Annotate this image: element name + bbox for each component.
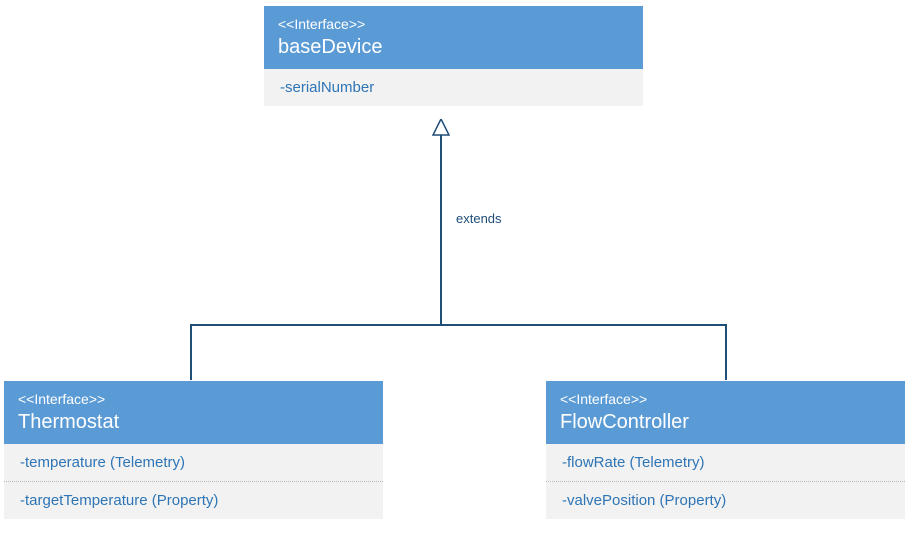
stereotype: <<Interface>> [278,16,629,32]
attribute: -flowRate (Telemetry) [546,444,905,482]
connector-line [190,324,192,380]
connector-line [440,135,442,325]
relation-label: extends [456,211,502,226]
class-name: Thermostat [18,411,369,434]
attributes: -flowRate (Telemetry) -valvePosition (Pr… [546,444,905,519]
attribute: -targetTemperature (Property) [4,482,383,519]
stereotype: <<Interface>> [18,391,369,407]
stereotype: <<Interface>> [560,391,891,407]
class-flow-controller: <<Interface>> FlowController -flowRate (… [545,380,906,520]
connector-line [725,324,727,380]
connector-line [190,324,726,326]
class-base-device: <<Interface>> baseDevice -serialNumber [263,5,644,107]
class-header: <<Interface>> FlowController [546,381,905,444]
attribute: -serialNumber [264,69,643,106]
class-name: FlowController [560,411,891,434]
class-header: <<Interface>> baseDevice [264,6,643,69]
attributes: -serialNumber [264,69,643,106]
attribute: -valvePosition (Property) [546,482,905,519]
attribute: -temperature (Telemetry) [4,444,383,482]
class-name: baseDevice [278,36,629,59]
class-header: <<Interface>> Thermostat [4,381,383,444]
generalization-arrowhead-icon [432,119,450,137]
attributes: -temperature (Telemetry) -targetTemperat… [4,444,383,519]
class-thermostat: <<Interface>> Thermostat -temperature (T… [3,380,384,520]
